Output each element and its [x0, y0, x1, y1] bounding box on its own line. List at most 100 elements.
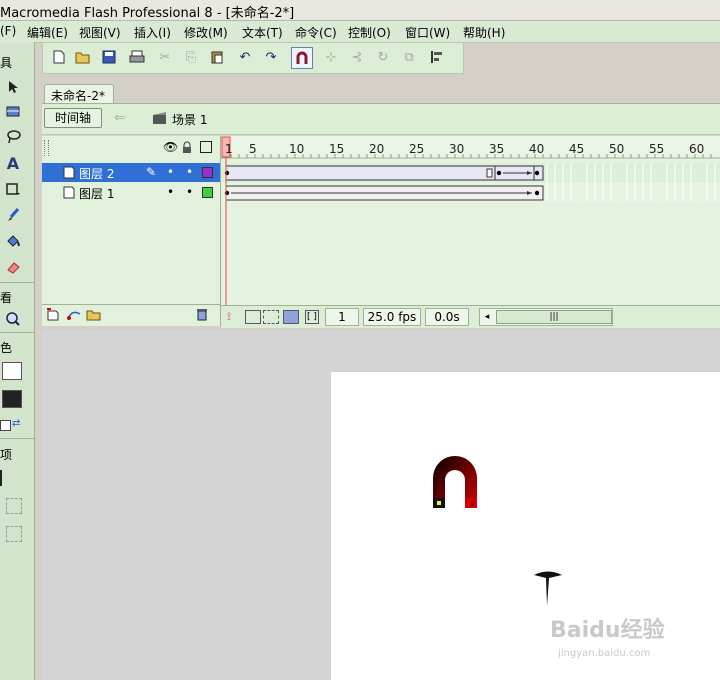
redo-icon[interactable]: ↷ — [261, 47, 281, 67]
ruler-label: 1 — [225, 142, 233, 156]
pencil-edit-icon: ✎ — [146, 165, 157, 179]
eraser-tool-icon[interactable] — [2, 256, 24, 278]
timeline-toggle-button[interactable]: 时间轴 — [44, 108, 102, 128]
layer-panel-divider — [42, 304, 220, 305]
layer-visible-dot[interactable]: • — [167, 165, 174, 179]
stroke-color-swatch[interactable] — [2, 362, 22, 380]
copy-icon[interactable]: ⎘ — [181, 47, 201, 67]
ruler-label: 45 — [569, 142, 585, 156]
scrollbar-thumb[interactable]: ||| — [496, 310, 612, 324]
menu-file[interactable]: (F) — [0, 24, 16, 38]
paint-bucket-tool-icon[interactable] — [2, 230, 24, 252]
align-icon[interactable] — [427, 47, 447, 67]
straighten-option-icon[interactable] — [6, 526, 22, 542]
timeline-header — [42, 103, 720, 135]
straighten-icon[interactable]: ⊰ — [347, 47, 367, 67]
ruler-label: 35 — [489, 142, 505, 156]
insert-layer-icon[interactable] — [46, 308, 60, 324]
smooth-icon[interactable]: ⊹ — [321, 47, 341, 67]
menu-modify[interactable]: 修改(M) — [184, 24, 228, 41]
outline-mode-icon[interactable] — [200, 141, 212, 153]
lock-icon[interactable] — [182, 141, 192, 156]
scroll-left-icon[interactable]: ◂ — [480, 309, 494, 325]
ruler-label: 25 — [409, 142, 425, 156]
menu-text[interactable]: 文本(T) — [242, 24, 283, 41]
title-bar: Macromedia Flash Professional 8 - [未命名-2… — [0, 0, 720, 21]
panel-gripper[interactable] — [44, 140, 49, 156]
layer-row[interactable]: 图层 2 ✎ • • — [42, 163, 220, 182]
ruler-label: 30 — [449, 142, 465, 156]
modify-onion-markers-icon[interactable]: [ ] — [305, 310, 319, 324]
layer-visible-dot[interactable]: • — [167, 185, 174, 199]
swap-colors-icon[interactable]: ⇄ — [12, 418, 24, 430]
watermark-url: jingyan.baidu.com — [558, 648, 651, 659]
show-hide-eye-icon[interactable]: 👁 — [163, 140, 178, 154]
add-motion-guide-icon[interactable] — [66, 308, 82, 324]
delete-layer-icon[interactable] — [196, 308, 208, 324]
frame-grid — [221, 136, 720, 306]
frame-rate-field[interactable]: 25.0 fps — [363, 308, 421, 326]
print-icon[interactable] — [127, 47, 147, 67]
layer-panel: 👁 图层 2 ✎ • • 图层 1 • • — [42, 136, 221, 326]
layer-outline-color[interactable] — [202, 167, 213, 178]
layer-icon — [63, 186, 75, 202]
rotate-skew-icon[interactable]: ↻ — [373, 47, 393, 67]
insert-layer-folder-icon[interactable] — [86, 308, 102, 324]
ruler-label: 40 — [529, 142, 545, 156]
watermark-brand: Baidu经验 — [550, 618, 665, 643]
main-toolbar: ✂ ⎘ ↶ ↷ ⊹ ⊰ ↻ ⧉ — [42, 42, 464, 74]
ruler-label: 10 — [289, 142, 305, 156]
edit-multiple-frames-icon[interactable] — [283, 310, 299, 324]
menu-control[interactable]: 控制(O) — [348, 24, 391, 41]
timeline-horizontal-scrollbar[interactable]: ◂ ||| — [479, 308, 613, 326]
center-frame-icon[interactable]: ⟟ — [227, 310, 237, 324]
ruler-label: 55 — [649, 142, 665, 156]
svg-text:s: s — [471, 501, 474, 508]
scene-icon — [152, 112, 168, 128]
brush-tool-icon[interactable] — [2, 204, 24, 226]
default-colors-icon[interactable] — [0, 420, 11, 431]
menu-insert[interactable]: 插入(I) — [134, 24, 171, 41]
elapsed-time-field: 0.0s — [425, 308, 469, 326]
cut-icon[interactable]: ✂ — [155, 47, 175, 67]
menu-view[interactable]: 视图(V) — [79, 24, 121, 41]
snap-to-objects-icon[interactable] — [291, 47, 313, 69]
open-folder-icon[interactable] — [73, 47, 93, 67]
save-icon[interactable] — [99, 47, 119, 67]
layer-lock-dot[interactable]: • — [186, 185, 193, 199]
onion-skin-icon[interactable] — [245, 310, 261, 324]
magnet-shape: s — [433, 456, 477, 508]
frames-area[interactable]: 1 5 10 15 20 25 30 35 40 45 50 55 60 — [221, 136, 720, 306]
paste-icon[interactable] — [207, 47, 227, 67]
lasso-tool-icon[interactable] — [2, 126, 24, 148]
free-transform-tool-icon[interactable] — [2, 100, 24, 122]
scale-icon[interactable]: ⧉ — [399, 47, 419, 67]
layer-name: 图层 2 — [79, 167, 115, 181]
smooth-option-icon[interactable] — [6, 498, 22, 514]
new-file-icon[interactable] — [49, 47, 69, 67]
menu-commands[interactable]: 命令(C) — [295, 24, 337, 41]
zoom-tool-icon[interactable] — [2, 308, 24, 330]
tools-divider — [0, 438, 34, 439]
layer-row[interactable]: 图层 1 • • — [42, 183, 220, 202]
snap-option-icon[interactable] — [0, 470, 2, 486]
layer-outline-color[interactable] — [202, 187, 213, 198]
colors-section-label: 色 — [0, 341, 13, 355]
menu-bar: (F) 编辑(E) 视图(V) 插入(I) 修改(M) 文本(T) 命令(C) … — [0, 21, 720, 43]
menu-edit[interactable]: 编辑(E) — [27, 24, 68, 41]
ruler-label: 20 — [369, 142, 385, 156]
menu-help[interactable]: 帮助(H) — [463, 24, 505, 41]
text-tool-icon[interactable]: A — [2, 152, 24, 174]
menu-window[interactable]: 窗口(W) — [405, 24, 450, 41]
back-arrow-icon[interactable]: ⇐ — [114, 110, 126, 126]
document-tab[interactable]: 未命名-2* — [44, 84, 114, 104]
scene-label[interactable]: 场景 1 — [172, 111, 207, 128]
undo-icon[interactable]: ↶ — [235, 47, 255, 67]
fill-color-swatch[interactable] — [2, 390, 22, 408]
arrow-tool-icon[interactable] — [2, 76, 24, 98]
layer-lock-dot[interactable]: • — [186, 165, 193, 179]
nail-shape — [534, 571, 562, 606]
onion-skin-outlines-icon[interactable] — [263, 310, 279, 324]
rectangle-tool-icon[interactable] — [2, 178, 24, 200]
current-frame-field[interactable]: 1 — [325, 308, 359, 326]
